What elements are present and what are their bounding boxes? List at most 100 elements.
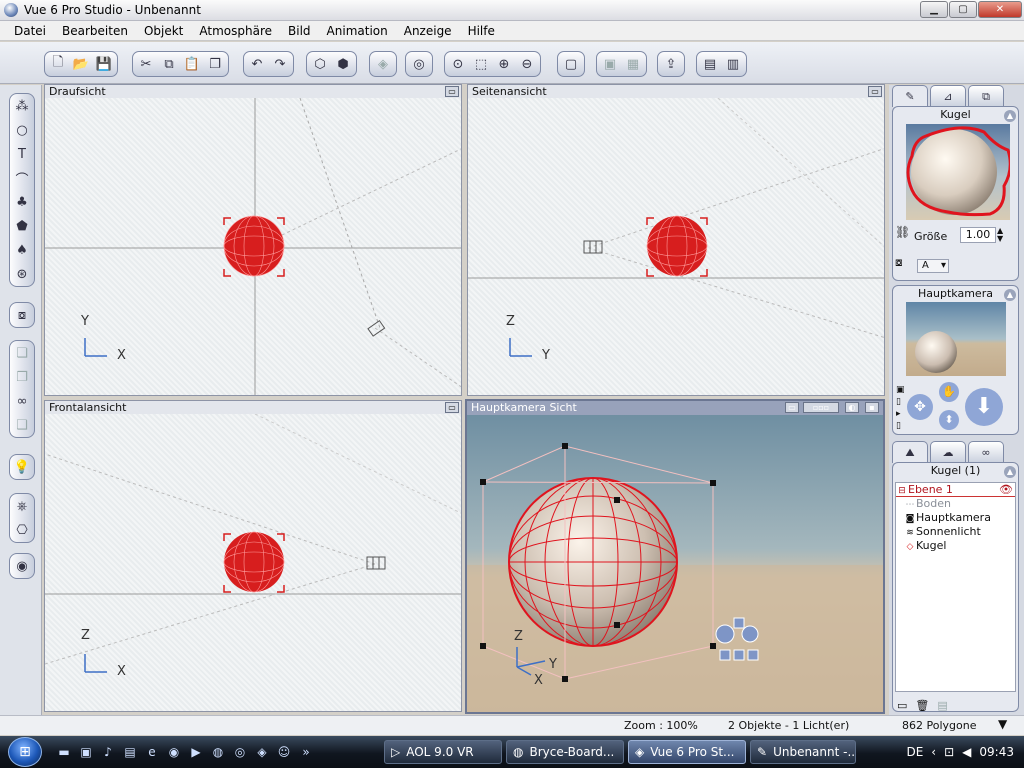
copy-icon[interactable]: ⧉ (159, 54, 179, 74)
top-viewport-canvas[interactable]: Y X (45, 98, 461, 395)
menu-anzeige[interactable]: Anzeige (396, 24, 460, 38)
viewport-menu-icon[interactable]: ▭ (868, 86, 882, 97)
camera-preview[interactable] (906, 302, 1006, 376)
tree-item-camera[interactable]: ◙ Hauptkamera (896, 511, 1015, 525)
tab-animation-icon[interactable]: ⧉ (968, 85, 1004, 107)
size-stepper-icon[interactable]: ▲ ▼ (997, 227, 1003, 243)
sphere-wireframe[interactable] (223, 215, 285, 277)
dolly-control-icon[interactable]: ⬍ (939, 410, 959, 430)
plant-tool-icon[interactable]: ♠ (11, 238, 33, 262)
side-viewport[interactable]: Seitenansicht ▭ Z Y (467, 84, 885, 396)
collapse-up-icon[interactable]: ▲ (1004, 466, 1016, 478)
sphere-render[interactable] (508, 477, 678, 647)
language-indicator[interactable]: DE (906, 745, 923, 759)
collapse-up-icon[interactable]: ▲ (1004, 289, 1016, 301)
task-unbenannt[interactable]: ✎ Unbenannt -... (750, 740, 856, 764)
size-input[interactable]: 1.00 (960, 227, 996, 243)
tab-numerics-icon[interactable]: ⊿ (930, 85, 966, 107)
task-bryce-board[interactable]: ◍ Bryce-Board... (506, 740, 624, 764)
side-viewport-canvas[interactable]: Z Y (468, 98, 884, 395)
start-button[interactable]: ⊞ (8, 737, 42, 767)
task-vue[interactable]: ◈ Vue 6 Pro St... (628, 740, 746, 764)
front-viewport-canvas[interactable]: Z X (45, 414, 461, 711)
sphere-wireframe[interactable] (223, 531, 285, 593)
render-icon[interactable]: ▤ (700, 54, 720, 74)
duplicate-icon[interactable]: ❐ (205, 54, 225, 74)
sphere-tool-icon[interactable]: ○ (11, 118, 33, 142)
tab-materials-icon[interactable]: ☁ (930, 441, 966, 463)
camera-tool-icon[interactable]: ⎈ (11, 494, 33, 518)
zoom-in-icon[interactable]: ⊕ (494, 54, 514, 74)
view-frame-icon[interactable]: ▢ (561, 54, 581, 74)
terrain-tool-icon[interactable]: ⁂ (11, 94, 33, 118)
camera-rig-icon[interactable]: ⎔ (11, 518, 33, 542)
camera-gizmo[interactable] (366, 556, 386, 570)
maximize-button[interactable]: ▢ (949, 1, 977, 18)
viewport-menu-icon[interactable]: ▭ (445, 86, 459, 97)
top-viewport[interactable]: Draufsicht ▭ Y X (44, 84, 462, 396)
menu-animation[interactable]: Animation (319, 24, 396, 38)
alpha-plane-icon[interactable]: ❑ (11, 413, 33, 437)
camera-gizmo[interactable] (583, 240, 603, 254)
open-file-icon[interactable]: 📂 (71, 54, 91, 74)
scene-info-icon[interactable]: ◉ (11, 554, 33, 578)
material-preview[interactable] (906, 124, 1012, 220)
text-tool-icon[interactable]: T (11, 142, 33, 166)
mountain-tool-icon[interactable]: ⌒ (11, 166, 33, 190)
save-icon[interactable]: 💾 (94, 54, 114, 74)
viewport-menu-icon[interactable]: ▭ (785, 402, 799, 413)
move-down-icon[interactable]: ⬇ (965, 388, 1003, 426)
tray-arrow-icon[interactable]: ‹ (931, 745, 936, 759)
volume-icon[interactable]: ◀ (962, 745, 971, 759)
camera-render[interactable]: Z Y X (467, 415, 883, 712)
window-switch-icon[interactable]: ▣ (78, 744, 94, 760)
new-file-icon[interactable]: 🗋 (48, 54, 68, 74)
export-icon[interactable]: ⇪ (661, 54, 681, 74)
aol-icon[interactable]: ◉ (166, 744, 182, 760)
load-object-icon[interactable]: ⧇ (11, 303, 33, 327)
group-icon[interactable]: ⬡ (310, 54, 330, 74)
material-icon[interactable]: ◈ (373, 54, 393, 74)
layout-one-icon[interactable]: ▣ (600, 54, 620, 74)
undo-icon[interactable]: ↶ (247, 54, 267, 74)
material-select[interactable]: A ▾ (917, 259, 949, 273)
render-quality-icon[interactable]: ▫▫▫ (803, 402, 839, 413)
zoom-fit-icon[interactable]: ⊙ (448, 54, 468, 74)
camera-viewport[interactable]: Hauptkamera Sicht ▭ ▫▫▫ ◐ ▪ Z Y X (465, 399, 885, 714)
link-icon[interactable]: ⛓ (895, 225, 910, 239)
menu-bild[interactable]: Bild (280, 24, 319, 38)
layout-four-icon[interactable]: ▦ (623, 54, 643, 74)
menu-hilfe[interactable]: Hilfe (460, 24, 503, 38)
menu-objekt[interactable]: Objekt (136, 24, 191, 38)
pan-control-icon[interactable]: ✥ (907, 394, 933, 420)
folder-icon[interactable]: ▤ (122, 744, 138, 760)
new-layer-icon[interactable]: ▭ (897, 699, 907, 712)
firefox-icon[interactable]: ◍ (210, 744, 226, 760)
menu-datei[interactable]: Datei (6, 24, 54, 38)
ungroup-icon[interactable]: ⬢ (333, 54, 353, 74)
link-icon[interactable]: ∞ (11, 389, 33, 413)
minimize-button[interactable]: ▁ (920, 1, 948, 18)
misc-icon[interactable]: ☺ (276, 744, 292, 760)
tab-object-icon[interactable]: ✎ (892, 85, 928, 107)
more-icon[interactable]: » (298, 744, 314, 760)
menu-bearbeiten[interactable]: Bearbeiten (54, 24, 136, 38)
media-icon[interactable]: ♪ (100, 744, 116, 760)
stop-render-icon[interactable]: ▪ (865, 402, 879, 413)
render-preview-icon[interactable]: ◐ (845, 402, 859, 413)
ground-tool-icon[interactable]: ⊛ (11, 262, 33, 286)
status-dropdown-icon[interactable]: ▼ (998, 717, 1007, 731)
render-area-icon[interactable]: ▥ (723, 54, 743, 74)
tree-item-sphere[interactable]: ◇ Kugel (896, 539, 1015, 553)
eye-icon[interactable]: 👁 (999, 483, 1013, 497)
collapse-up-icon[interactable]: ▲ (1004, 110, 1016, 122)
rock-tool-icon[interactable]: ⬟ (11, 214, 33, 238)
material-editor-icon[interactable]: ⧇ (895, 255, 903, 270)
close-button[interactable]: ✕ (978, 1, 1022, 18)
tree-item-layer[interactable]: ⊟ Ebene 1 👁 (896, 483, 1015, 497)
desktop-icon[interactable]: ▬ (56, 744, 72, 760)
redo-icon[interactable]: ↷ (270, 54, 290, 74)
vue-icon[interactable]: ◈ (254, 744, 270, 760)
camera-side-buttons[interactable]: ▣ ▯ ▸ ▯ (896, 384, 905, 432)
tree-tool-icon[interactable]: ♣ (11, 190, 33, 214)
